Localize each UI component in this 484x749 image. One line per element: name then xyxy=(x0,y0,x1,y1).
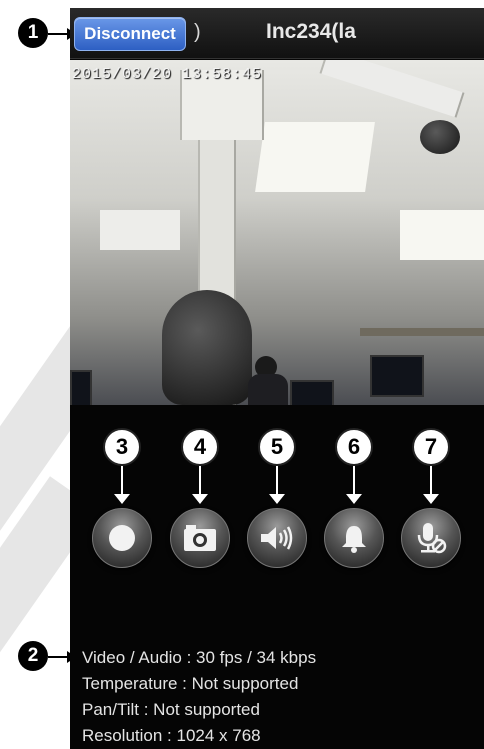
stream-info-panel: Video / Audio : 30 fps / 34 kbps Tempera… xyxy=(82,645,316,749)
callout-arrowhead xyxy=(269,494,285,504)
callout-arrowhead xyxy=(114,494,130,504)
callout-badge: 4 xyxy=(181,428,219,466)
control-toolbar: 3 4 5 6 7 xyxy=(70,428,484,568)
video-timestamp: 2015/03/20 13:58:45 xyxy=(72,66,263,83)
ceiling-light xyxy=(100,210,180,250)
monitor xyxy=(70,370,92,405)
callout-line xyxy=(121,466,123,494)
callout-badge: 5 xyxy=(258,428,296,466)
callout-marker-2: 2 xyxy=(18,641,48,671)
callout-badge: 3 xyxy=(103,428,141,466)
live-video-view[interactable]: 2015/03/20 13:58:45 xyxy=(70,60,484,405)
resolution-stat: Resolution : 1024 x 768 xyxy=(82,726,261,745)
control-microphone: 7 xyxy=(399,428,463,568)
app-screen: Disconnect ) Inc234(la 2015/03/20 13:58:… xyxy=(70,8,484,749)
callout-line xyxy=(199,466,201,494)
monitor xyxy=(290,380,334,405)
bell-icon xyxy=(342,526,366,553)
person-body xyxy=(248,374,288,405)
dome-camera xyxy=(420,120,460,154)
callout-line xyxy=(353,466,355,494)
callout-arrow-2 xyxy=(48,651,76,663)
disconnect-button[interactable]: Disconnect xyxy=(74,17,186,51)
callout-badge: 6 xyxy=(335,428,373,466)
camera-title: Inc234(la xyxy=(266,20,356,43)
control-speaker: 5 xyxy=(245,428,309,568)
callout-marker-1: 1 xyxy=(18,18,48,48)
ptz-dome xyxy=(162,290,252,405)
speaker-icon xyxy=(261,526,293,550)
wall-arm xyxy=(319,60,465,118)
callout-badge: 7 xyxy=(412,428,450,466)
record-icon xyxy=(109,525,135,551)
title-paren: ) xyxy=(194,21,201,43)
video-audio-stat: Video / Audio : 30 fps / 34 kbps xyxy=(82,648,317,667)
snapshot-button[interactable] xyxy=(170,508,230,568)
microphone-button[interactable] xyxy=(401,508,461,568)
callout-arrowhead xyxy=(423,494,439,504)
control-snapshot: 4 xyxy=(168,428,232,568)
callout-line xyxy=(430,466,432,494)
record-button[interactable] xyxy=(92,508,152,568)
pan-tilt-stat: Pan/Tilt : Not supported xyxy=(82,700,260,719)
ceiling-light xyxy=(400,210,484,260)
control-record: 3 xyxy=(90,428,154,568)
alarm-button[interactable] xyxy=(324,508,384,568)
ceiling-light xyxy=(255,122,375,192)
shelf xyxy=(360,328,484,336)
monitor xyxy=(370,355,424,397)
callout-arrowhead xyxy=(192,494,208,504)
temperature-stat: Temperature : Not supported xyxy=(82,674,299,693)
microphone-muted-icon xyxy=(417,523,447,554)
callout-arrow-1 xyxy=(48,28,76,40)
control-alarm: 6 xyxy=(322,428,386,568)
callout-arrowhead xyxy=(346,494,362,504)
callout-line xyxy=(276,466,278,494)
top-bar: Disconnect ) Inc234(la xyxy=(70,8,484,59)
camera-snapshot-icon xyxy=(184,525,216,551)
speaker-button[interactable] xyxy=(247,508,307,568)
